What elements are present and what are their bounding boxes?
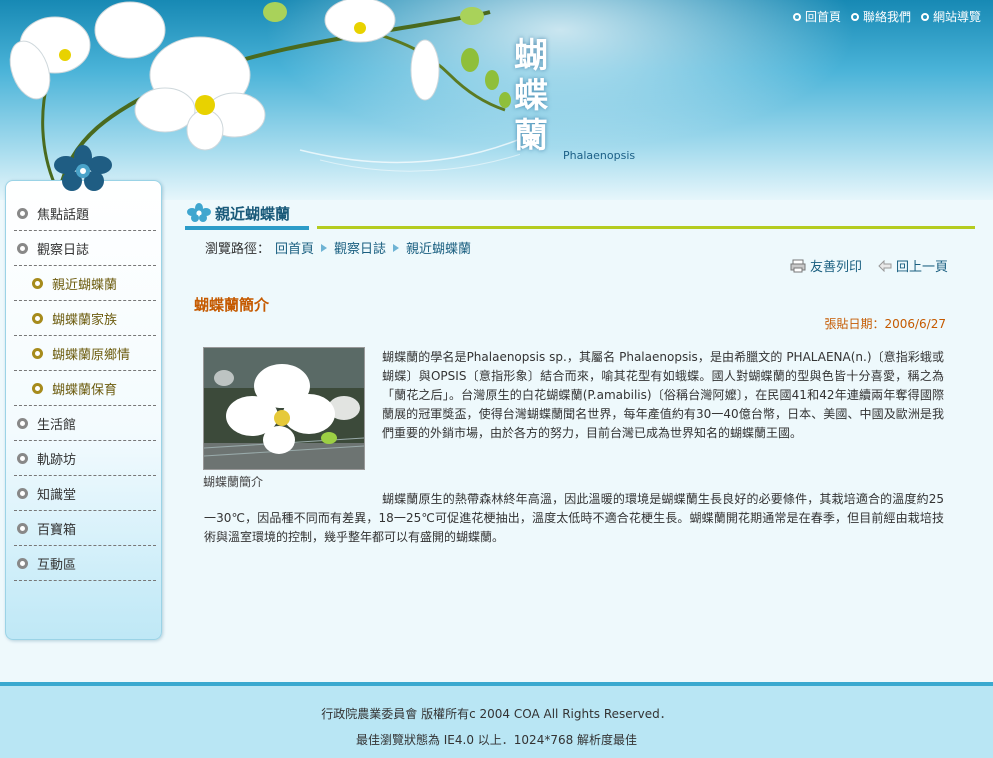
footer-copyright: 行政院農業委員會 版權所有c 2004 COA All Rights Reser… <box>321 707 672 721</box>
top-link-label: 聯絡我們 <box>862 10 911 24</box>
sidebar-subitem-homeland[interactable]: 蝴蝶蘭原鄉情 <box>14 337 156 371</box>
circle-bullet-icon <box>17 523 28 534</box>
site-title-char: 蝴 <box>514 36 548 76</box>
sidebar-nav: 焦點話題 觀察日誌 親近蝴蝶蘭 蝴蝶蘭家族 蝴蝶蘭原鄉情 蝴蝶蘭保育 生活館 軌… <box>5 180 162 640</box>
top-link-home[interactable]: 回首頁 <box>792 8 841 25</box>
top-link-sitemap[interactable]: 網站導覽 <box>920 8 981 25</box>
sidebar-item-label: 焦點話題 <box>37 208 90 223</box>
circle-bullet-icon <box>32 278 43 289</box>
top-nav: 回首頁 聯絡我們 網站導覽 <box>792 8 981 25</box>
site-title: 蝴 蝶 蘭 <box>510 36 552 156</box>
sidebar-item-life[interactable]: 生活館 <box>14 407 156 441</box>
breadcrumb-prefix: 瀏覽路徑： <box>205 242 271 257</box>
sidebar-subitem-approach[interactable]: 親近蝴蝶蘭 <box>14 267 156 301</box>
print-label: 友善列印 <box>810 260 863 275</box>
circle-bullet-icon <box>920 12 929 21</box>
arrow-right-icon <box>321 243 328 252</box>
orchid-section-icon <box>187 203 211 222</box>
sidebar-item-label: 親近蝴蝶蘭 <box>52 278 118 293</box>
back-label: 回上一頁 <box>896 260 949 275</box>
back-arrow-icon <box>878 259 892 272</box>
circle-bullet-icon <box>792 12 801 21</box>
sidebar-item-label: 蝴蝶蘭保育 <box>52 383 118 398</box>
site-subtitle: Phalaenopsis <box>563 149 636 162</box>
sidebar-item-label: 觀察日誌 <box>37 243 90 258</box>
sidebar-subitem-conservation[interactable]: 蝴蝶蘭保育 <box>14 372 156 406</box>
circle-bullet-icon <box>17 488 28 499</box>
arrow-right-icon <box>393 243 400 252</box>
circle-bullet-icon <box>32 383 43 394</box>
section-title: 親近蝴蝶蘭 <box>215 205 291 223</box>
sidebar-item-knowledge[interactable]: 知識堂 <box>14 477 156 511</box>
breadcrumb: 瀏覽路徑： 回首頁 觀察日誌 親近蝴蝶蘭 <box>205 238 471 257</box>
circle-bullet-icon <box>17 418 28 429</box>
sidebar-item-label: 蝴蝶蘭家族 <box>52 313 118 328</box>
section-header: 親近蝴蝶蘭 <box>185 200 975 230</box>
circle-bullet-icon <box>17 243 28 254</box>
article-photo <box>203 347 365 470</box>
sidebar-item-label: 蝴蝶蘭原鄉情 <box>52 348 131 363</box>
sidebar-item-label: 互動區 <box>37 558 77 573</box>
sidebar-item-journal[interactable]: 觀察日誌 <box>14 232 156 266</box>
header-banner: 蝴 蝶 蘭 Phalaenopsis 回首頁 聯絡我們 網站導覽 <box>0 0 993 200</box>
article-paragraph: 蝴蝶蘭原生的熱帶森林終年高溫，因此溫暖的環境是蝴蝶蘭生長良好的必要條件，其栽培適… <box>204 492 944 544</box>
orchid-emblem-icon <box>54 145 112 191</box>
breadcrumb-link-journal[interactable]: 觀察日誌 <box>334 238 386 257</box>
sidebar-item-label: 百寶箱 <box>37 523 77 538</box>
sidebar-item-label: 生活館 <box>37 418 77 433</box>
footer-browser-note: 最佳瀏覽狀態為 IE4.0 以上．1024*768 解析度最佳 <box>355 733 638 747</box>
article-paragraph: 蝴蝶蘭的學名是Phalaenopsis sp.，其屬名 Phalaenopsis… <box>382 350 944 440</box>
back-button[interactable]: 回上一頁 <box>878 256 948 275</box>
section-underline-green <box>317 226 975 229</box>
sidebar-item-interact[interactable]: 互動區 <box>14 547 156 581</box>
circle-bullet-icon <box>17 208 28 219</box>
sidebar-item-label: 軌跡坊 <box>37 453 77 468</box>
circle-bullet-icon <box>17 558 28 569</box>
article-title: 蝴蝶蘭簡介 <box>194 296 270 314</box>
breadcrumb-current[interactable]: 親近蝴蝶蘭 <box>406 238 471 257</box>
printer-icon <box>790 259 806 272</box>
top-link-label: 網站導覽 <box>932 10 981 24</box>
top-link-contact[interactable]: 聯絡我們 <box>850 8 911 25</box>
circle-bullet-icon <box>32 313 43 324</box>
footer: 行政院農業委員會 版權所有c 2004 COA All Rights Reser… <box>0 686 993 758</box>
circle-bullet-icon <box>17 453 28 464</box>
top-link-label: 回首頁 <box>804 10 841 24</box>
breadcrumb-link-home[interactable]: 回首頁 <box>275 238 314 257</box>
site-title-char: 蝶 <box>514 76 548 116</box>
section-underline-blue <box>185 226 309 230</box>
site-title-char: 蘭 <box>514 116 548 156</box>
sidebar-item-label: 知識堂 <box>37 488 77 503</box>
circle-bullet-icon <box>850 12 859 21</box>
sidebar-subitem-family[interactable]: 蝴蝶蘭家族 <box>14 302 156 336</box>
post-date: 張貼日期：2006/6/27 <box>824 317 946 331</box>
sidebar-item-focus[interactable]: 焦點話題 <box>14 197 156 231</box>
sidebar-item-treasure[interactable]: 百寶箱 <box>14 512 156 546</box>
print-button[interactable]: 友善列印 <box>790 256 862 275</box>
circle-bullet-icon <box>32 348 43 359</box>
photo-caption: 蝴蝶蘭簡介 <box>203 475 264 489</box>
sidebar-item-track[interactable]: 軌跡坊 <box>14 442 156 476</box>
page-tools: 友善列印 回上一頁 <box>790 256 948 275</box>
